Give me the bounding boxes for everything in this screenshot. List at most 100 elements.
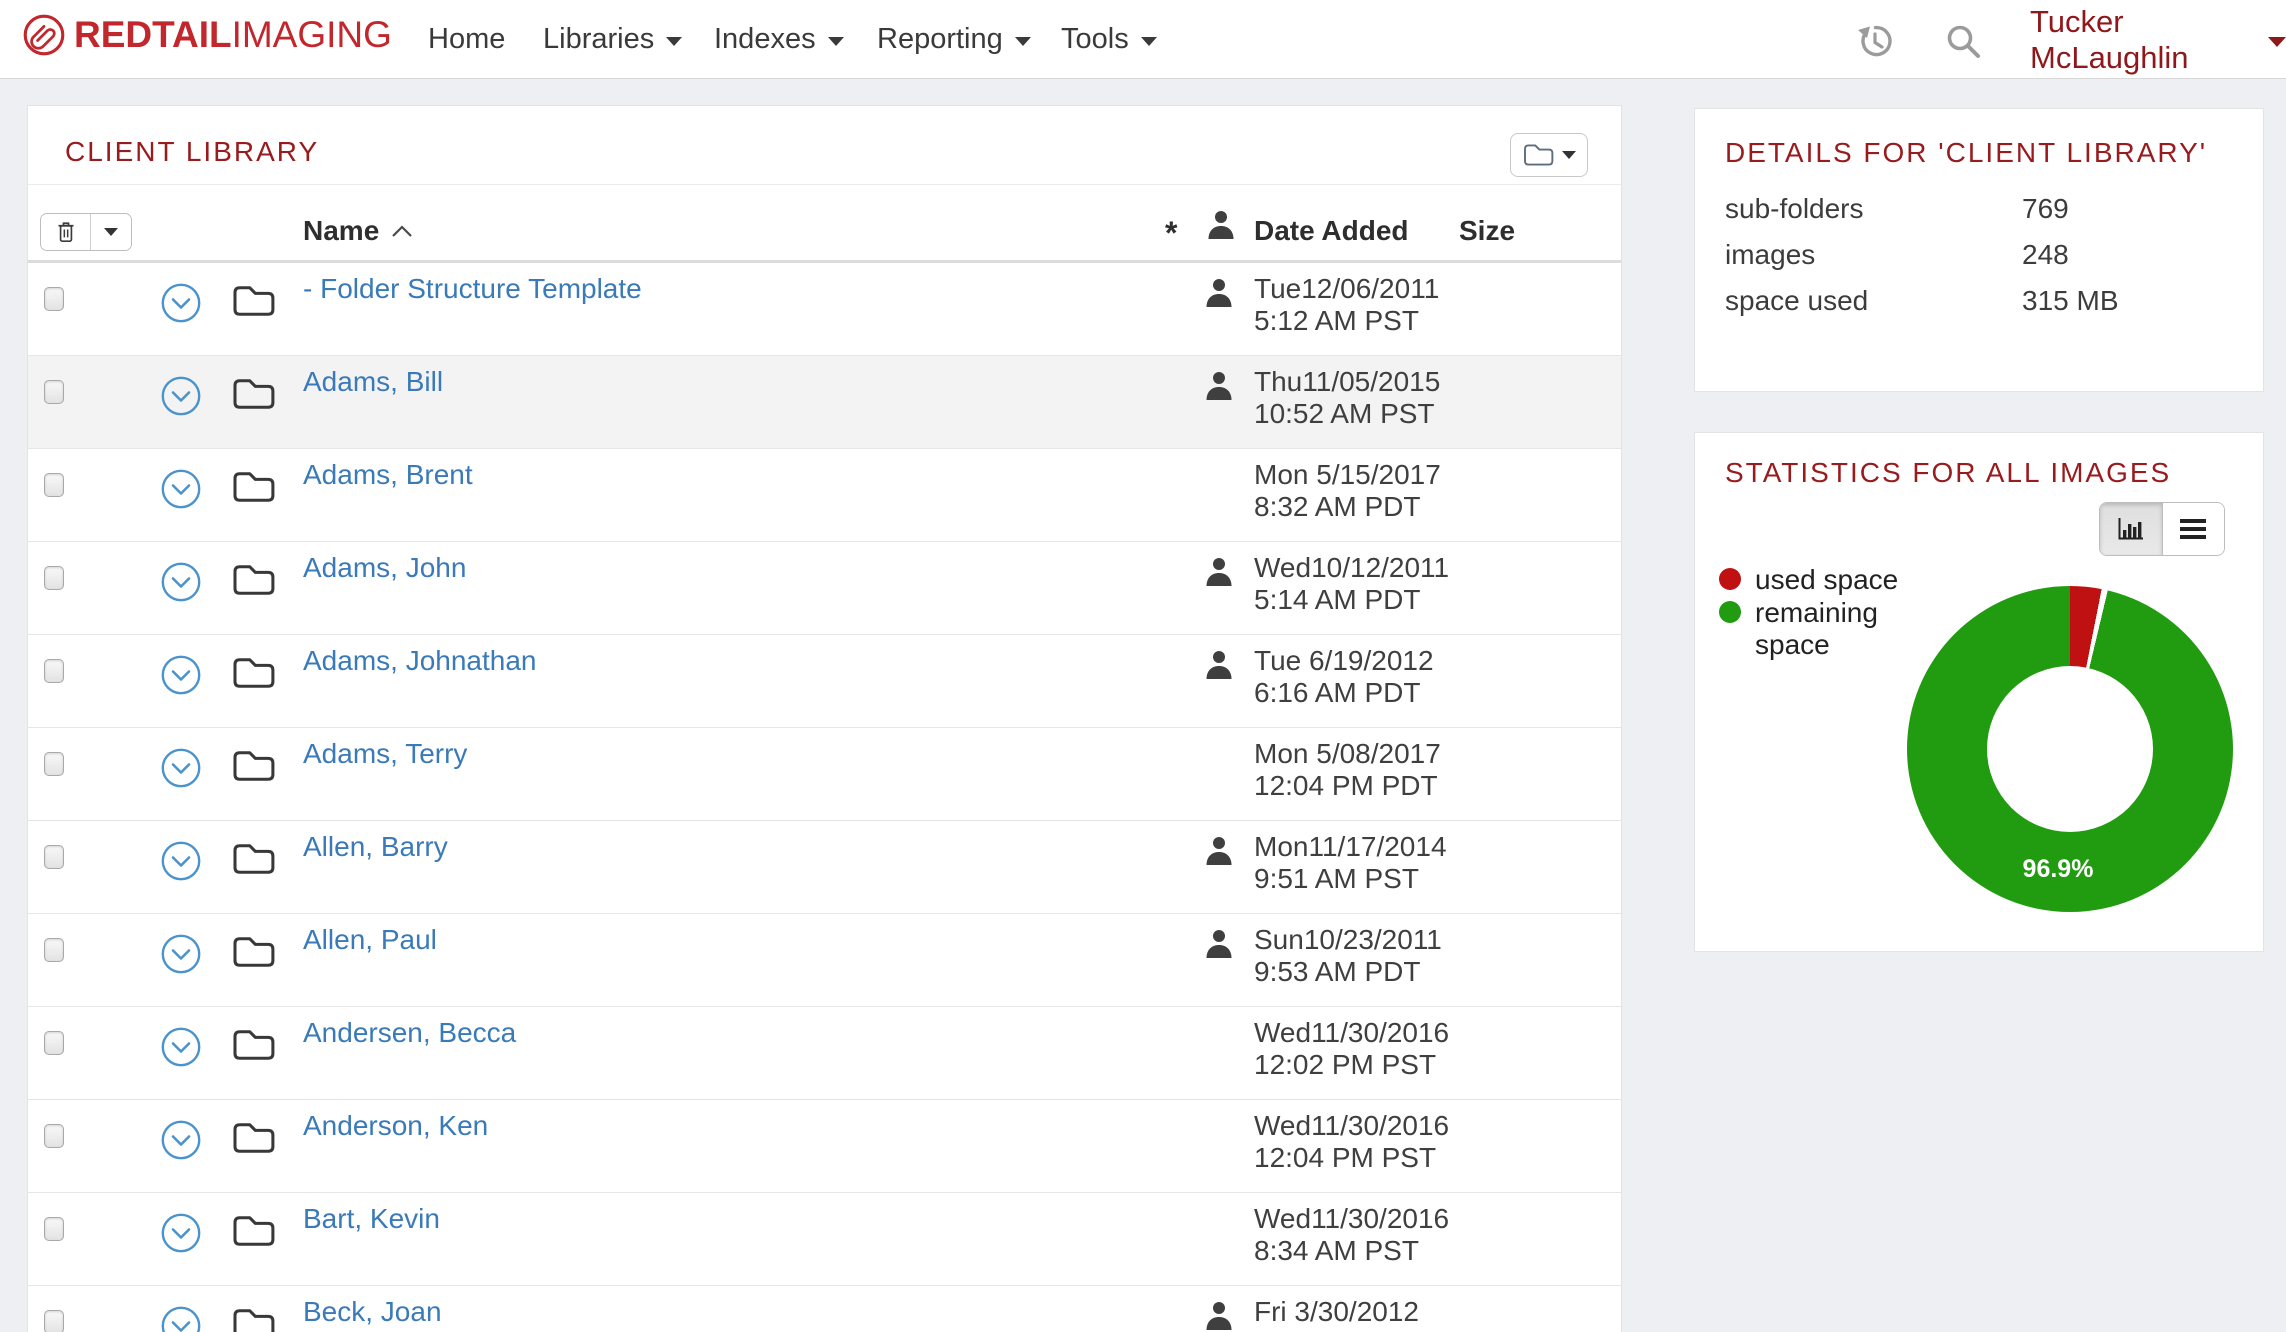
folder-name-link[interactable]: Adams, Terry	[303, 738, 467, 770]
expand-chevron-button[interactable]	[161, 934, 201, 974]
folder-name-link[interactable]: Adams, Bill	[303, 366, 443, 398]
date-added-cell: Tue12/06/2011 5:12 AM PST	[1254, 273, 1439, 337]
folder-icon[interactable]	[231, 376, 275, 412]
row-checkbox[interactable]	[44, 1031, 64, 1055]
time-added: 10:52 AM PST	[1254, 398, 1440, 430]
nav-item-label: Home	[428, 23, 505, 56]
person-icon	[1206, 209, 1236, 241]
history-button[interactable]	[1856, 22, 1894, 60]
date-added: Fri 3/30/2012	[1254, 1296, 1419, 1328]
expand-chevron-button[interactable]	[161, 655, 201, 695]
legend-item-remaining-space[interactable]: remaining space	[1719, 597, 1905, 661]
nav-item-home[interactable]: Home	[428, 0, 505, 79]
folder-name-link[interactable]: Andersen, Becca	[303, 1017, 516, 1049]
chevron-down-icon	[1141, 37, 1157, 46]
chevron-down-icon	[1562, 151, 1576, 159]
date-added: Tue 6/19/2012	[1254, 645, 1434, 677]
folder-name-link[interactable]: Beck, Joan	[303, 1296, 442, 1328]
details-panel-title: DETAILS FOR 'CLIENT LIBRARY'	[1725, 137, 2207, 169]
row-checkbox[interactable]	[44, 659, 64, 683]
shared-person-icon	[1204, 928, 1234, 960]
expand-chevron-button[interactable]	[161, 1120, 201, 1160]
search-button[interactable]	[1944, 22, 1982, 60]
folder-icon[interactable]	[231, 841, 275, 877]
legend-item-used-space[interactable]: used space	[1719, 564, 1905, 596]
date-added: Thu11/05/2015	[1254, 366, 1440, 398]
folder-name-link[interactable]: Anderson, Ken	[303, 1110, 488, 1142]
time-added: 8:32 AM PDT	[1254, 491, 1441, 523]
client-library-panel: CLIENT LIBRARY Name *	[27, 105, 1622, 1332]
row-checkbox[interactable]	[44, 1217, 64, 1241]
row-checkbox[interactable]	[44, 287, 64, 311]
table-row: Allen, Barry Mon11/17/2014 9:51 AM PST	[28, 821, 1621, 914]
detail-label: sub-folders	[1725, 193, 1864, 224]
expand-chevron-button[interactable]	[161, 748, 201, 788]
legend-label: remaining space	[1755, 597, 1905, 661]
folder-icon[interactable]	[231, 934, 275, 970]
table-row: Adams, Johnathan Tue 6/19/2012 6:16 AM P…	[28, 635, 1621, 728]
column-header-name-label: Name	[303, 215, 379, 247]
folder-icon[interactable]	[231, 283, 275, 319]
row-checkbox[interactable]	[44, 1310, 64, 1332]
folder-options-button[interactable]	[1510, 133, 1588, 177]
chart-view-button[interactable]	[2100, 503, 2163, 555]
delete-options-button[interactable]	[91, 214, 131, 250]
folder-name-link[interactable]: Adams, John	[303, 552, 466, 584]
shared-person-icon	[1204, 277, 1234, 309]
row-checkbox[interactable]	[44, 845, 64, 869]
folder-icon[interactable]	[231, 1306, 275, 1332]
folder-name-link[interactable]: Allen, Paul	[303, 924, 437, 956]
chevron-down-icon	[1015, 37, 1031, 46]
folder-name-link[interactable]: Adams, Brent	[303, 459, 473, 491]
expand-chevron-button[interactable]	[161, 1027, 201, 1067]
folder-name-link[interactable]: Adams, Johnathan	[303, 645, 537, 677]
expand-chevron-button[interactable]	[161, 562, 201, 602]
table-row: Allen, Paul Sun10/23/2011 9:53 AM PDT	[28, 914, 1621, 1007]
folder-icon[interactable]	[231, 1027, 275, 1063]
expand-chevron-button[interactable]	[161, 469, 201, 509]
nav-item-libraries[interactable]: Libraries	[543, 0, 682, 79]
expand-chevron-button[interactable]	[161, 283, 201, 323]
folder-icon[interactable]	[231, 562, 275, 598]
date-added-cell: Sun10/23/2011 9:53 AM PDT	[1254, 924, 1442, 988]
folder-icon[interactable]	[231, 655, 275, 691]
row-checkbox[interactable]	[44, 1124, 64, 1148]
folder-name-link[interactable]: Bart, Kevin	[303, 1203, 440, 1235]
expand-chevron-button[interactable]	[161, 1306, 201, 1332]
expand-chevron-button[interactable]	[161, 376, 201, 416]
date-added: Tue12/06/2011	[1254, 273, 1439, 305]
legend-label: used space	[1755, 564, 1905, 596]
folder-icon[interactable]	[231, 748, 275, 784]
column-header-starred: *	[1165, 215, 1177, 252]
list-view-button[interactable]	[2163, 503, 2225, 555]
folder-name-link[interactable]: - Folder Structure Template	[303, 273, 642, 305]
date-added-cell: Tue 6/19/2012 6:16 AM PDT	[1254, 645, 1434, 709]
row-checkbox[interactable]	[44, 938, 64, 962]
user-menu[interactable]: Tucker McLaughlin	[2030, 0, 2286, 79]
row-checkbox[interactable]	[44, 752, 64, 776]
redtail-imaging-logo[interactable]: REDTAILIMAGING	[22, 13, 392, 57]
top-navbar: REDTAILIMAGING Home Libraries Indexes Re…	[0, 0, 2286, 79]
expand-chevron-button[interactable]	[161, 841, 201, 881]
nav-item-tools[interactable]: Tools	[1061, 0, 1157, 79]
row-checkbox[interactable]	[44, 473, 64, 497]
detail-row-images: images 248	[1725, 239, 2235, 271]
row-checkbox[interactable]	[44, 566, 64, 590]
table-row: Anderson, Ken Wed11/30/2016 12:04 PM PST	[28, 1100, 1621, 1193]
folder-icon[interactable]	[231, 1120, 275, 1156]
date-added: Wed11/30/2016	[1254, 1203, 1449, 1235]
expand-chevron-button[interactable]	[161, 1213, 201, 1253]
nav-item-reporting[interactable]: Reporting	[877, 0, 1031, 79]
folder-icon[interactable]	[231, 1213, 275, 1249]
table-row: Andersen, Becca Wed11/30/2016 12:02 PM P…	[28, 1007, 1621, 1100]
delete-button[interactable]	[41, 214, 91, 250]
date-added-cell: Mon 5/15/2017 8:32 AM PDT	[1254, 459, 1441, 523]
column-header-name[interactable]: Name	[303, 215, 413, 247]
folder-icon[interactable]	[231, 469, 275, 505]
user-name: Tucker McLaughlin	[2030, 4, 2254, 76]
chevron-down-icon	[828, 37, 844, 46]
nav-item-indexes[interactable]: Indexes	[714, 0, 844, 79]
logo-text: REDTAILIMAGING	[74, 14, 392, 56]
folder-name-link[interactable]: Allen, Barry	[303, 831, 448, 863]
row-checkbox[interactable]	[44, 380, 64, 404]
